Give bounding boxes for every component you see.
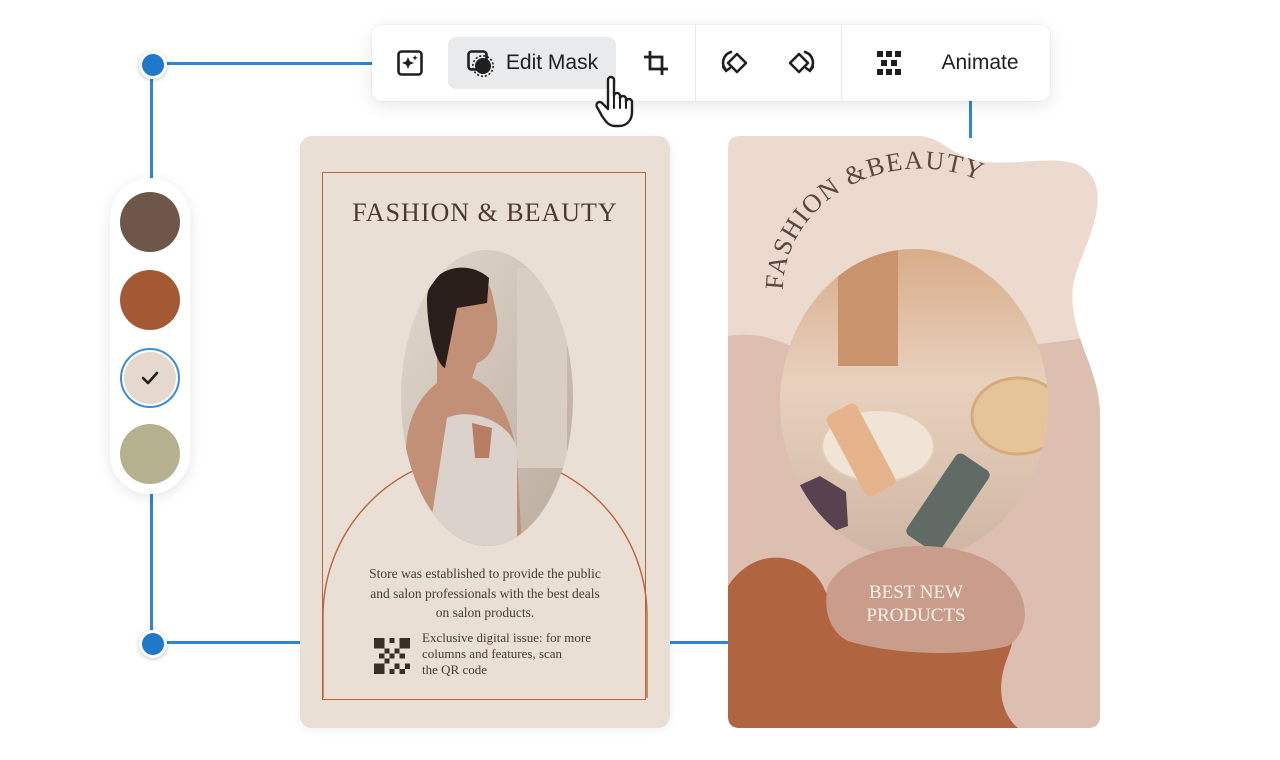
flip-right-icon — [788, 50, 815, 74]
selection-handle-top[interactable] — [139, 51, 167, 79]
color-swatch-rust[interactable] — [120, 270, 180, 330]
flip-left-icon — [721, 50, 748, 74]
toolbar-divider — [841, 25, 842, 101]
poster-right[interactable]: FASHION &BEAUTY BEST NEW PRODUCTS — [728, 136, 1100, 728]
color-swatch-sage[interactable] — [120, 424, 180, 484]
crop-icon — [644, 51, 668, 75]
body-line: and salon professionals with the best de… — [370, 585, 600, 601]
color-swatch-brown[interactable] — [120, 192, 180, 252]
connector-top — [152, 62, 374, 65]
animate-label: Animate — [941, 51, 1019, 74]
cta-line-1: BEST NEW — [869, 582, 963, 603]
magic-enhance-icon — [397, 50, 423, 76]
body-line: Store was established to provide the pub… — [369, 566, 601, 581]
animate-icon — [877, 51, 902, 75]
animate-button[interactable]: Animate — [862, 37, 1032, 89]
connector-bottom — [152, 641, 302, 644]
color-palette — [110, 178, 190, 494]
edit-mask-label: Edit Mask — [505, 51, 599, 74]
body-line: on salon products. — [435, 605, 535, 620]
qr-description: Exclusive digital issue: for more column… — [422, 630, 622, 678]
flip-right-button[interactable] — [782, 47, 818, 79]
edit-mask-button[interactable]: Edit Mask — [448, 37, 616, 89]
qr-code-icon — [374, 638, 410, 674]
checkmark-icon — [141, 371, 159, 385]
flip-left-button[interactable] — [718, 47, 754, 79]
toolbar-divider — [695, 25, 696, 101]
poster-body-text: Store was established to provide the pub… — [350, 564, 620, 623]
edit-mask-icon — [467, 50, 494, 77]
qr-line: the QR code — [422, 662, 487, 677]
magic-enhance-button[interactable] — [392, 47, 428, 79]
portrait-photo[interactable] — [397, 248, 577, 548]
hand-cursor-icon — [595, 75, 634, 128]
qr-line: Exclusive digital issue: for more — [422, 630, 591, 645]
connector-right — [969, 100, 972, 138]
cta-line-2: PRODUCTS — [866, 605, 965, 626]
color-swatch-cream-selected[interactable] — [120, 348, 180, 408]
qr-line: columns and features, scan — [422, 646, 563, 661]
connector-mid — [670, 641, 730, 644]
selection-handle-bottom[interactable] — [139, 630, 167, 658]
crop-button[interactable] — [638, 47, 674, 79]
poster-left[interactable]: FASHION & BEAUTY Store was established t… — [300, 136, 670, 728]
poster-title: FASHION & BEAUTY — [352, 198, 618, 227]
poster-right-artwork: FASHION &BEAUTY BEST NEW PRODUCTS — [728, 136, 1100, 728]
toolbar: Edit Mask Animate — [372, 25, 1050, 101]
